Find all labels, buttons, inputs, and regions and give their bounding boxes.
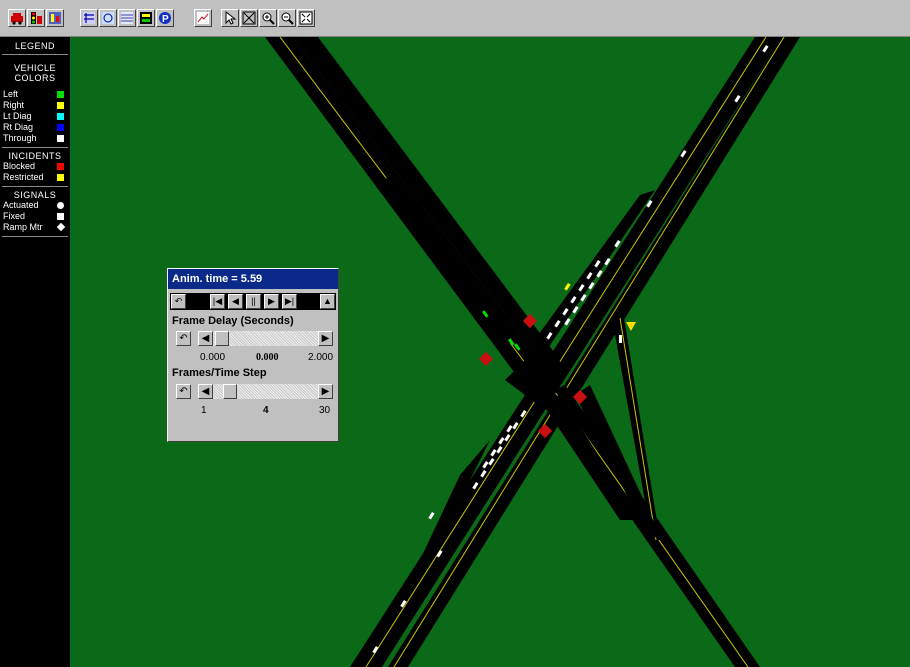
table-icon[interactable] [118,9,136,27]
frames-step-current: 4 [263,405,269,416]
swatch [57,91,64,98]
traffic-light-icon[interactable] [27,9,45,27]
legend-row-rt-diag: Rt Diag [0,122,70,133]
car-icon[interactable] [8,9,26,27]
toolbar: P [0,0,910,37]
vehicle-colors-heading: VEHICLE [13,63,56,73]
detector-icon[interactable] [99,9,117,27]
frames-step-left-arrow[interactable]: ◀ [198,384,213,399]
zoom-out-icon[interactable] [278,9,296,27]
diamond-icon [56,222,66,232]
anim-time-title: Anim. time = 5.59 [168,269,338,289]
square-icon [57,213,64,220]
swatch [57,113,64,120]
legend-row-restricted: Restricted [0,172,70,183]
animation-control-dialog: Anim. time = 5.59 ↶ |◀ ◀ || ▶ ▶| ▲ Frame… [167,268,339,442]
full-extent-icon[interactable] [297,9,315,27]
circle-icon [57,202,64,209]
network-icon[interactable] [80,9,98,27]
fit-window-icon[interactable] [240,9,258,27]
frames-step-label: Frames/Time Step [172,367,267,379]
swatch [57,124,64,131]
chart-icon[interactable] [194,9,212,27]
phase-icon[interactable] [46,9,64,27]
divider [2,147,68,148]
incidents-heading: INCIDENTS [8,151,62,161]
frame-delay-reset-icon[interactable]: ↶ [176,331,191,346]
frame-delay-min: 0.000 [200,352,226,363]
divider [2,54,68,55]
legend-row-left: Left [0,89,70,100]
frame-delay-label: Frame Delay (Seconds) [172,315,294,327]
swatch [57,174,64,181]
frame-delay-max: 2.000 [308,352,334,363]
frames-step-max: 30 [319,405,331,416]
signals-heading: SIGNALS [13,190,57,200]
frame-delay-left-arrow[interactable]: ◀ [198,331,213,346]
skip-forward-button[interactable]: ▶| [282,294,297,309]
legend-row-blocked: Blocked [0,161,70,172]
frames-step-thumb[interactable] [223,384,237,399]
timing-icon[interactable] [137,9,155,27]
parking-icon[interactable]: P [156,9,174,27]
frame-delay-right-arrow[interactable]: ▶ [318,331,333,346]
zoom-in-icon[interactable] [259,9,277,27]
legend-row-ramp-mtr: Ramp Mtr [0,222,70,233]
swatch [57,163,64,170]
loop-icon[interactable]: ↶ [171,294,186,309]
legend-row-through: Through [0,133,70,144]
play-button[interactable]: ▶ [264,294,279,309]
playback-bar: ↶ |◀ ◀ || ▶ ▶| ▲ [170,293,336,310]
frame-delay-thumb[interactable] [215,331,229,346]
frames-step-right-arrow[interactable]: ▶ [318,384,333,399]
svg-text:P: P [162,14,169,25]
legend-title: LEGEND [14,41,55,51]
pointer-icon[interactable] [221,9,239,27]
skip-back-button[interactable]: |◀ [210,294,225,309]
collapse-button[interactable]: ▲ [320,294,335,309]
divider [2,236,68,237]
legend-row-fixed: Fixed [0,211,70,222]
vehicle-colors-heading-2: COLORS [14,73,56,83]
legend-row-right: Right [0,100,70,111]
legend-panel: LEGEND VEHICLE COLORS Left Right Lt Diag… [0,37,70,667]
pause-button[interactable]: || [246,294,261,309]
swatch [57,135,64,142]
frames-step-reset-icon[interactable]: ↶ [176,384,191,399]
divider [2,186,68,187]
frames-step-min: 1 [201,405,207,416]
legend-row-lt-diag: Lt Diag [0,111,70,122]
legend-row-actuated: Actuated [0,200,70,211]
swatch [57,102,64,109]
step-back-button[interactable]: ◀ [228,294,243,309]
frame-delay-current: 0.000 [256,352,279,363]
